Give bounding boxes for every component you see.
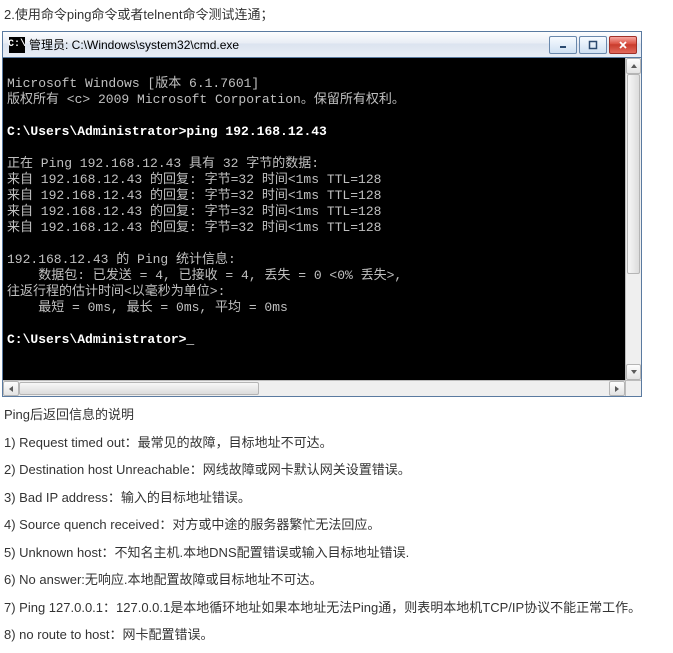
window-title: 管理员: C:\Windows\system32\cmd.exe [29,36,549,53]
term-line: 版权所有 <c> 2009 Microsoft Corporation。保留所有… [7,92,405,107]
notes-item: 7) Ping 127.0.0.1：127.0.0.1是本地循环地址如果本地址无… [4,598,669,618]
scroll-h-track[interactable] [19,381,609,396]
notes-heading: Ping后返回信息的说明 [4,405,669,425]
term-line: 最短 = 0ms, 最长 = 0ms, 平均 = 0ms [7,300,288,315]
titlebar[interactable]: C:\ 管理员: C:\Windows\system32\cmd.exe [3,32,641,58]
notes-item: 2) Destination host Unreachable：网线故障或网卡默… [4,460,669,480]
notes-item: 6) No answer:无响应.本地配置故障或目标地址不可达。 [4,570,669,590]
close-button[interactable] [609,36,637,54]
term-line: Microsoft Windows [版本 6.1.7601] [7,76,259,91]
term-line: C:\Users\Administrator>ping 192.168.12.4… [7,124,327,139]
term-line: 往返行程的估计时间<以毫秒为单位>: [7,284,225,299]
term-line: 数据包: 已发送 = 4, 已接收 = 4, 丢失 = 0 <0% 丢失>, [7,268,402,283]
notes-item: 4) Source quench received：对方或中途的服务器繁忙无法回… [4,515,669,535]
window-buttons [549,36,637,54]
term-prompt-line: C:\Users\Administrator>_ [7,332,194,347]
scroll-up-button[interactable] [626,58,641,74]
term-line: 192.168.12.43 的 Ping 统计信息: [7,252,236,267]
term-line: 来自 192.168.12.43 的回复: 字节=32 时间<1ms TTL=1… [7,204,381,219]
maximize-button[interactable] [579,36,607,54]
terminal[interactable]: Microsoft Windows [版本 6.1.7601] 版权所有 <c>… [3,58,641,380]
notes-item: 1) Request timed out：最常见的故障，目标地址不可达。 [4,433,669,453]
scrollbar-horizontal[interactable] [3,380,625,396]
notes-section: Ping后返回信息的说明 1) Request timed out：最常见的故障… [0,405,673,645]
notes-item: 5) Unknown host：不知名主机.本地DNS配置错误或输入目标地址错误… [4,543,669,563]
term-line: 正在 Ping 192.168.12.43 具有 32 字节的数据: [7,156,319,171]
notes-item: 3) Bad IP address：输入的目标地址错误。 [4,488,669,508]
scrollbar-corner [625,380,641,396]
scroll-right-button[interactable] [609,381,625,396]
scrollbar-vertical[interactable] [625,58,641,380]
scroll-left-button[interactable] [3,381,19,396]
term-line: 来自 192.168.12.43 的回复: 字节=32 时间<1ms TTL=1… [7,220,381,235]
term-line: 来自 192.168.12.43 的回复: 字节=32 时间<1ms TTL=1… [7,188,381,203]
scroll-v-track[interactable] [626,74,641,364]
scroll-down-button[interactable] [626,364,641,380]
scroll-v-thumb[interactable] [627,74,640,274]
scroll-h-thumb[interactable] [19,382,259,395]
minimize-button[interactable] [549,36,577,54]
term-line: 来自 192.168.12.43 的回复: 字节=32 时间<1ms TTL=1… [7,172,381,187]
notes-item: 8) no route to host：网卡配置错误。 [4,625,669,645]
cmd-window: C:\ 管理员: C:\Windows\system32\cmd.exe Mic… [2,31,642,397]
cmd-icon: C:\ [9,37,25,53]
doc-heading: 2.使用命令ping命令或者telnent命令测试连通； [0,0,673,31]
terminal-wrapper: Microsoft Windows [版本 6.1.7601] 版权所有 <c>… [3,58,641,396]
